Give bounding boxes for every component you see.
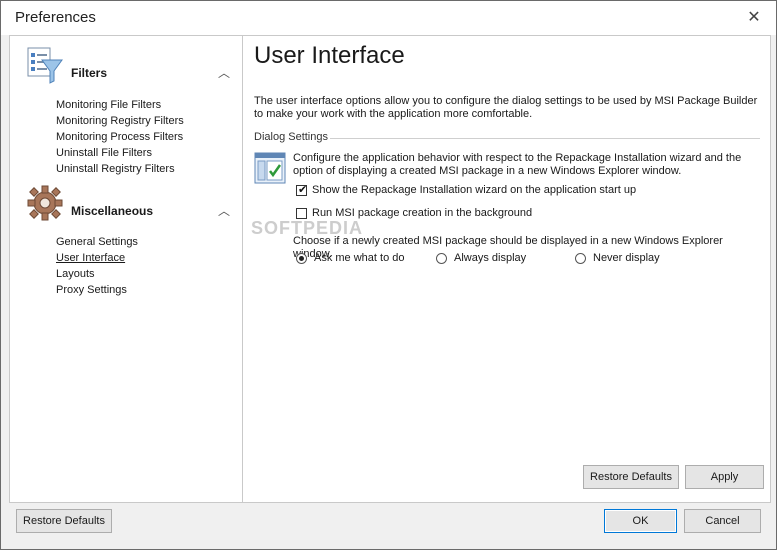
dialog-settings-text: Configure the application behavior with … xyxy=(293,152,742,177)
restore-defaults-button[interactable]: Restore Defaults xyxy=(16,509,112,533)
sidebar-item-uninstall-registry-filters[interactable]: Uninstall Registry Filters xyxy=(56,163,175,175)
filter-checklist-icon xyxy=(27,47,63,84)
radio-selected-dot xyxy=(299,256,304,261)
sidebar-item-monitoring-file-filters[interactable]: Monitoring File Filters xyxy=(56,99,161,111)
filters-group-header[interactable]: Filters ︿ xyxy=(26,46,231,88)
ok-button[interactable]: OK xyxy=(604,509,677,533)
page-title: User Interface xyxy=(254,42,405,69)
sidebar-item-general-settings[interactable]: General Settings xyxy=(56,236,138,248)
checkbox-label: Show the Repackage Installation wizard o… xyxy=(312,184,637,196)
sidebar-item-proxy-settings[interactable]: Proxy Settings xyxy=(56,284,127,296)
apply-button[interactable]: Apply xyxy=(685,465,764,489)
section-label: Dialog Settings xyxy=(254,131,332,143)
radio-label: Ask me what to do xyxy=(314,252,405,264)
chevron-up-icon[interactable]: ︿ xyxy=(217,202,231,218)
gear-icon xyxy=(27,185,63,221)
cancel-button[interactable]: Cancel xyxy=(684,509,761,533)
radio-button[interactable] xyxy=(436,253,447,264)
title-bar: Preferences ✕ xyxy=(1,1,776,35)
chevron-up-icon[interactable]: ︿ xyxy=(217,64,231,80)
close-icon[interactable]: ✕ xyxy=(744,9,764,27)
sidebar-item-uninstall-file-filters[interactable]: Uninstall File Filters xyxy=(56,147,152,159)
content-frame: Filters ︿ Monitoring File Filters Monito… xyxy=(9,35,771,503)
radio-label: Always display xyxy=(454,252,527,264)
page-description: The user interface options allow you to … xyxy=(254,95,758,120)
sidebar-item-monitoring-process-filters[interactable]: Monitoring Process Filters xyxy=(56,131,183,143)
radio-button[interactable] xyxy=(575,253,586,264)
checkbox-box[interactable]: ✔ xyxy=(296,184,308,196)
sidebar-item-user-interface[interactable]: User Interface xyxy=(56,252,125,264)
checkmark-icon: ✔ xyxy=(298,184,308,196)
miscellaneous-group-header[interactable]: Miscellaneous ︿ xyxy=(26,184,231,226)
radio-button[interactable] xyxy=(296,253,307,264)
filters-group-title: Filters xyxy=(71,66,108,80)
show-wizard-checkbox[interactable]: ✔ Show the Repackage Installation wizard… xyxy=(296,184,716,198)
restore-defaults-page-button[interactable]: Restore Defaults xyxy=(583,465,679,489)
window-title: Preferences xyxy=(15,9,96,26)
miscellaneous-group-title: Miscellaneous xyxy=(71,204,154,218)
radio-label: Never display xyxy=(593,252,660,264)
watermark: SOFTPEDIA xyxy=(251,218,364,238)
sidebar-item-layouts[interactable]: Layouts xyxy=(56,268,95,280)
dialog-settings-section: Dialog Settings xyxy=(254,131,760,145)
dialog-settings-icon xyxy=(254,152,286,184)
section-divider xyxy=(330,138,760,139)
sidebar-item-monitoring-registry-filters[interactable]: Monitoring Registry Filters xyxy=(56,115,184,127)
main-panel: User Interface The user interface option… xyxy=(243,36,770,502)
preferences-window: Preferences ✕ Filters ︿ Monitoring File … xyxy=(0,0,777,550)
sidebar: Filters ︿ Monitoring File Filters Monito… xyxy=(10,36,243,502)
